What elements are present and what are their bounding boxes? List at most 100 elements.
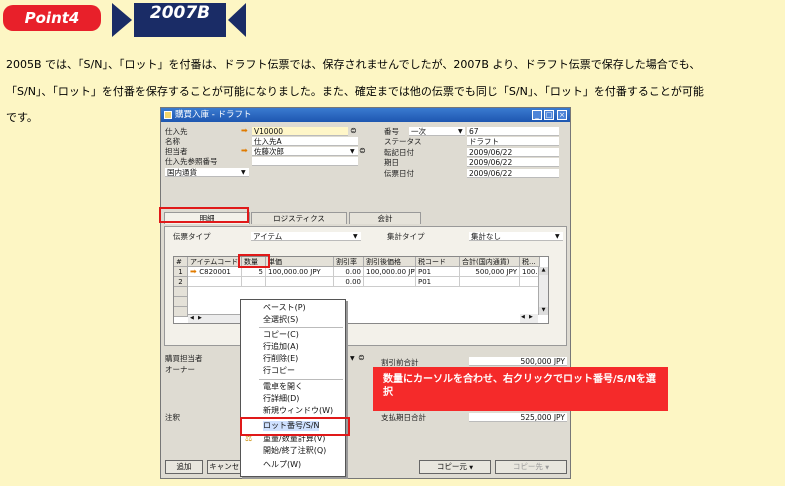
grid-horizontal-scrollbar-right[interactable]: ◀ ▶ xyxy=(520,314,538,323)
buyer-label: 購買担当者 xyxy=(165,354,203,363)
summary-type-dropdown-icon[interactable]: ▼ xyxy=(555,232,560,241)
scroll-up-icon[interactable]: ▲ xyxy=(539,267,548,275)
quantity-cell[interactable]: 5 xyxy=(242,267,266,277)
quantity-cell-highlight xyxy=(238,254,270,268)
grid-vertical-scrollbar[interactable]: ▲ ▼ xyxy=(538,267,548,315)
row-header[interactable] xyxy=(174,307,188,317)
summary-type-label: 集計タイプ xyxy=(387,232,425,241)
menu-item-add-row[interactable]: 行追加(A) xyxy=(263,342,299,352)
row-number[interactable]: 2 xyxy=(174,277,188,287)
scroll-left-icon[interactable]: ◀ xyxy=(521,314,525,320)
contact-field[interactable]: 佐藤次郎 xyxy=(252,147,358,156)
menu-separator xyxy=(259,327,343,328)
menu-item-row-details[interactable]: 行詳細(D) xyxy=(263,394,299,404)
currency-select[interactable]: 国内通貨 xyxy=(165,168,249,177)
total-due-field: 525,000 JPY xyxy=(469,413,567,422)
instruction-callout: 数量にカーソルを合わせ、右クリックでロット番号/S/Nを選択 xyxy=(373,367,668,411)
vendor-link-arrow-icon[interactable]: ➡ xyxy=(241,126,248,135)
menu-item-new-window[interactable]: 新規ウィンドウ(W) xyxy=(263,406,333,416)
menu-item-paste[interactable]: ペースト(P) xyxy=(263,303,306,313)
series-dropdown-icon[interactable]: ▼ xyxy=(458,127,463,136)
col-header-tax[interactable]: 税... xyxy=(520,257,540,267)
contact-choose-icon[interactable]: ⊜ xyxy=(359,146,366,155)
row-header[interactable] xyxy=(174,297,188,307)
series-select[interactable]: 一次 xyxy=(409,127,465,136)
table-cell[interactable]: ➡ C820001 xyxy=(188,267,242,277)
col-header-tax-code[interactable]: 税コード xyxy=(416,257,460,267)
summary-type-select[interactable]: 集計なし xyxy=(469,232,563,241)
total-due-label: 支払期日合計 xyxy=(381,413,426,422)
tab-logistics[interactable]: ロジスティクス xyxy=(251,212,347,224)
window-titlebar[interactable]: 購買入庫 - ドラフト _ □ × xyxy=(161,108,570,122)
buyer-choose-icon[interactable]: ⊜ xyxy=(358,353,365,362)
copy-to-button[interactable]: コピー先 ▼ xyxy=(495,460,567,474)
document-date-field[interactable]: 2009/06/22 xyxy=(467,169,559,178)
table-cell[interactable]: P01 xyxy=(416,277,460,287)
scroll-left-icon[interactable]: ◀ xyxy=(190,315,194,321)
point-badge: Point4 xyxy=(3,5,101,31)
currency-dropdown-icon[interactable]: ▼ xyxy=(241,168,246,177)
due-date-label: 期日 xyxy=(384,158,399,167)
row-number[interactable]: 1 xyxy=(174,267,188,277)
table-cell[interactable] xyxy=(520,277,540,287)
menu-item-select-all[interactable]: 全選択(S) xyxy=(263,315,298,325)
scroll-right-icon[interactable]: ▶ xyxy=(529,314,533,320)
table-cell[interactable] xyxy=(188,277,242,287)
col-header-total[interactable]: 合計(国内通貨) xyxy=(460,257,520,267)
table-cell[interactable]: 100,000.00 JPY xyxy=(364,267,416,277)
menu-item-copy[interactable]: コピー(C) xyxy=(263,330,299,340)
table-cell[interactable] xyxy=(266,277,334,287)
menu-item-copy-row[interactable]: 行コピー xyxy=(263,366,295,376)
scroll-down-icon[interactable]: ▼ xyxy=(539,307,548,315)
description-line-2: 「S/N」、「ロット」を付番を保存することが可能になりました。また、確定までは他… xyxy=(6,84,704,98)
table-cell[interactable]: 0.00 xyxy=(334,267,364,277)
col-header-price-after-discount[interactable]: 割引後価格 xyxy=(364,257,416,267)
contact-link-arrow-icon[interactable]: ➡ xyxy=(241,146,248,155)
vendor-ref-field[interactable] xyxy=(252,157,358,166)
table-cell[interactable] xyxy=(242,277,266,287)
menu-item-remarks[interactable]: 開始/終了注釈(Q) xyxy=(263,446,326,456)
row-header[interactable] xyxy=(174,287,188,297)
maximize-button[interactable]: □ xyxy=(544,110,554,120)
table-cell[interactable]: 100.00 xyxy=(520,267,540,277)
copy-to-dropdown-icon[interactable]: ▼ xyxy=(545,465,549,471)
close-button[interactable]: × xyxy=(557,110,567,120)
menu-item-help[interactable]: ヘルプ(W) xyxy=(263,460,301,470)
doc-type-label: 伝票タイプ xyxy=(173,232,211,241)
item-link-arrow-icon[interactable]: ➡ xyxy=(190,267,199,276)
col-header-num[interactable]: # xyxy=(174,257,188,267)
doc-type-select[interactable]: アイテム xyxy=(251,232,361,241)
menu-item-calculator[interactable]: 電卓を開く xyxy=(263,382,303,392)
minimize-button[interactable]: _ xyxy=(532,110,542,120)
table-cell[interactable]: 0.00 xyxy=(334,277,364,287)
posting-date-label: 転記日付 xyxy=(384,148,414,157)
tab-accounting[interactable]: 会計 xyxy=(349,212,421,224)
table-cell[interactable]: 100,000.00 JPY xyxy=(266,267,334,277)
scroll-right-icon[interactable]: ▶ xyxy=(198,315,202,321)
number-field[interactable]: 67 xyxy=(467,127,559,136)
copy-from-button[interactable]: コピー元 ▼ xyxy=(419,460,491,474)
posting-date-field[interactable]: 2009/06/22 xyxy=(467,148,559,157)
table-cell[interactable]: 500,000 JPY xyxy=(460,267,520,277)
table-cell[interactable] xyxy=(364,277,416,287)
contact-dropdown-icon[interactable]: ▼ xyxy=(350,147,355,156)
number-label: 番号 xyxy=(384,127,399,136)
add-button[interactable]: 追加 xyxy=(165,460,203,474)
vendor-field[interactable]: V10000 xyxy=(252,127,348,136)
col-header-discount[interactable]: 割引率 xyxy=(334,257,364,267)
buyer-dropdown-icon[interactable]: ▼ xyxy=(350,354,355,363)
col-header-item-code[interactable]: アイテムコード xyxy=(188,257,242,267)
vendor-name-field[interactable]: 仕入先A xyxy=(252,137,358,146)
due-date-field[interactable]: 2009/06/22 xyxy=(467,158,559,167)
doc-type-dropdown-icon[interactable]: ▼ xyxy=(353,232,358,241)
table-cell[interactable]: P01 xyxy=(416,267,460,277)
menu-item-delete-row[interactable]: 行削除(E) xyxy=(263,354,298,364)
vendor-choose-icon[interactable]: ⊜ xyxy=(350,126,357,135)
description-line-1: 2005B では、「S/N」、「ロット」を付番は、ドラフト伝票では、保存されませ… xyxy=(6,58,701,71)
copy-from-dropdown-icon[interactable]: ▼ xyxy=(469,465,473,471)
copy-to-label: コピー先 xyxy=(512,462,543,471)
pre-discount-total-label: 割引前合計 xyxy=(381,358,419,367)
col-header-unit-price[interactable]: 単価 xyxy=(266,257,334,267)
table-cell[interactable] xyxy=(460,277,520,287)
owner-label: オーナー xyxy=(165,365,195,374)
